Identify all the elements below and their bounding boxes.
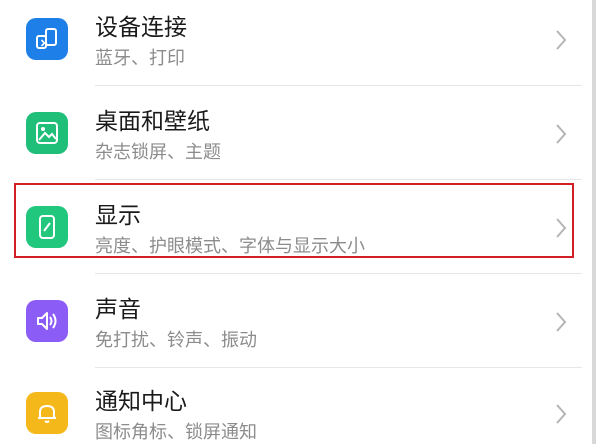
chevron-right-icon	[556, 404, 567, 424]
settings-screen: 设备连接 蓝牙、打印 桌面和壁纸 杂志锁屏、主题 显示 亮度、护眼模式、字体与显…	[0, 0, 600, 444]
notification-bell-icon	[26, 392, 68, 434]
chevron-right-icon	[556, 312, 567, 332]
settings-item-wallpaper[interactable]: 桌面和壁纸 杂志锁屏、主题	[0, 86, 582, 180]
settings-item-display[interactable]: 显示 亮度、护眼模式、字体与显示大小	[0, 180, 582, 274]
settings-item-subtitle: 杂志锁屏、主题	[95, 142, 221, 163]
settings-item-title: 桌面和壁纸	[95, 109, 210, 135]
display-icon	[26, 206, 68, 248]
settings-item-subtitle: 蓝牙、打印	[95, 48, 185, 69]
settings-item-device-connection[interactable]: 设备连接 蓝牙、打印	[0, 0, 582, 86]
chevron-right-icon	[556, 218, 567, 238]
scrollbar[interactable]	[592, 0, 596, 444]
chevron-right-icon	[556, 124, 567, 144]
device-connection-icon	[26, 18, 68, 60]
settings-item-notification-center[interactable]: 通知中心 图标角标、锁屏通知	[0, 366, 582, 444]
settings-item-title: 显示	[95, 203, 141, 229]
settings-item-sound[interactable]: 声音 免打扰、铃声、振动	[0, 274, 582, 368]
settings-item-subtitle: 亮度、护眼模式、字体与显示大小	[95, 236, 365, 257]
settings-item-title: 声音	[95, 297, 141, 323]
settings-item-subtitle: 图标角标、锁屏通知	[95, 422, 257, 443]
sound-icon	[26, 300, 68, 342]
chevron-right-icon	[556, 30, 567, 50]
settings-item-title: 通知中心	[95, 389, 187, 415]
settings-item-subtitle: 免打扰、铃声、振动	[95, 330, 257, 351]
wallpaper-icon	[26, 112, 68, 154]
settings-item-title: 设备连接	[95, 15, 187, 41]
